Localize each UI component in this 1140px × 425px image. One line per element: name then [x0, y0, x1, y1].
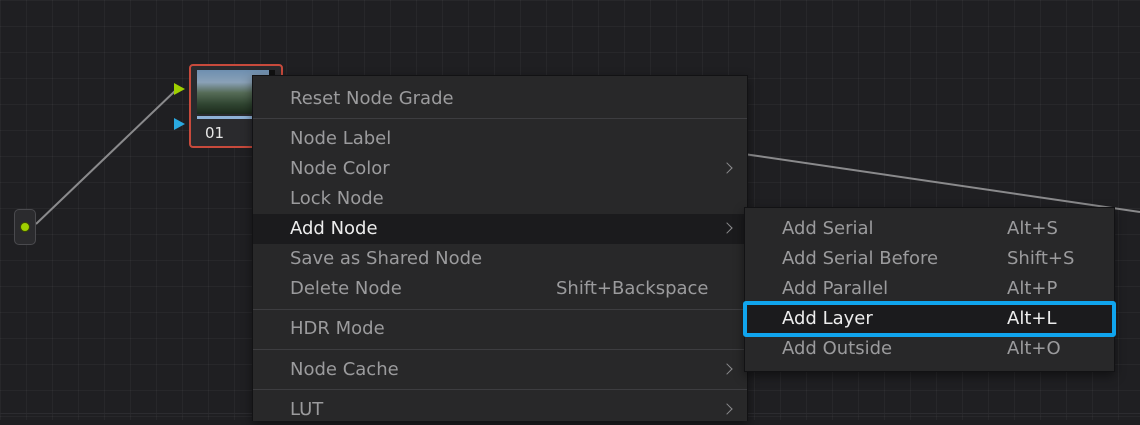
- menu-separator: [253, 118, 747, 119]
- menu-item-label: Node Color: [290, 158, 390, 179]
- submenu-item-add-serial[interactable]: Add Serial Alt+S: [745, 214, 1114, 244]
- node-context-menu: Reset Node Grade Node Label Node Color L…: [252, 75, 748, 421]
- submenu-item-shortcut: Shift+S: [1007, 248, 1075, 269]
- menu-item-reset-node-grade[interactable]: Reset Node Grade: [253, 84, 747, 114]
- menu-item-label: Node Cache: [290, 359, 399, 380]
- menu-item-node-label[interactable]: Node Label: [253, 124, 747, 154]
- submenu-item-add-parallel[interactable]: Add Parallel Alt+P: [745, 274, 1114, 304]
- chevron-right-icon: [721, 403, 733, 415]
- source-output-dot[interactable]: [20, 222, 30, 232]
- menu-item-label: Lock Node: [290, 188, 384, 209]
- menu-item-node-color[interactable]: Node Color: [253, 154, 747, 184]
- menu-item-save-as-shared-node[interactable]: Save as Shared Node: [253, 244, 747, 274]
- menu-separator: [253, 389, 747, 390]
- submenu-item-shortcut: Alt+O: [1007, 338, 1061, 359]
- submenu-item-shortcut: Alt+P: [1007, 278, 1058, 299]
- menu-separator: [253, 309, 747, 310]
- menu-item-label: Node Label: [290, 128, 392, 149]
- chevron-right-icon: [721, 363, 733, 375]
- submenu-item-add-serial-before[interactable]: Add Serial Before Shift+S: [745, 244, 1114, 274]
- submenu-item-add-outside[interactable]: Add Outside Alt+O: [745, 334, 1114, 364]
- menu-item-node-cache[interactable]: Node Cache: [253, 355, 747, 385]
- menu-item-lut[interactable]: LUT: [253, 395, 747, 425]
- menu-item-label: Add Node: [290, 218, 378, 239]
- menu-item-label: LUT: [290, 399, 324, 420]
- submenu-item-label: Add Serial Before: [782, 248, 939, 269]
- key-input-port-icon[interactable]: [174, 118, 185, 130]
- selection-highlight: [743, 301, 1116, 337]
- source-input-node[interactable]: [14, 209, 36, 245]
- menu-item-delete-node[interactable]: Delete Node Shift+Backspace: [253, 274, 747, 304]
- rgb-input-port-icon[interactable]: [174, 83, 185, 95]
- submenu-item-shortcut: Alt+S: [1007, 218, 1058, 239]
- submenu-item-label: Add Outside: [782, 338, 893, 359]
- output-link: [743, 153, 1140, 213]
- submenu-item-label: Add Serial: [782, 218, 874, 239]
- menu-item-label: Reset Node Grade: [290, 88, 454, 109]
- chevron-right-icon: [721, 162, 733, 174]
- submenu-item-label: Add Parallel: [782, 278, 889, 299]
- menu-item-label: Delete Node: [290, 278, 402, 299]
- menu-item-add-node[interactable]: Add Node: [253, 214, 747, 244]
- node-label: 01: [205, 124, 225, 142]
- menu-item-label: Save as Shared Node: [290, 248, 483, 269]
- add-node-submenu: Add Serial Alt+S Add Serial Before Shift…: [744, 207, 1115, 372]
- menu-separator: [253, 349, 747, 350]
- chevron-right-icon: [721, 222, 733, 234]
- menu-item-shortcut: Shift+Backspace: [556, 278, 709, 299]
- menu-item-label: HDR Mode: [290, 318, 385, 339]
- menu-item-lock-node[interactable]: Lock Node: [253, 184, 747, 214]
- input-link: [35, 89, 177, 225]
- menu-item-hdr-mode[interactable]: HDR Mode: [253, 314, 747, 344]
